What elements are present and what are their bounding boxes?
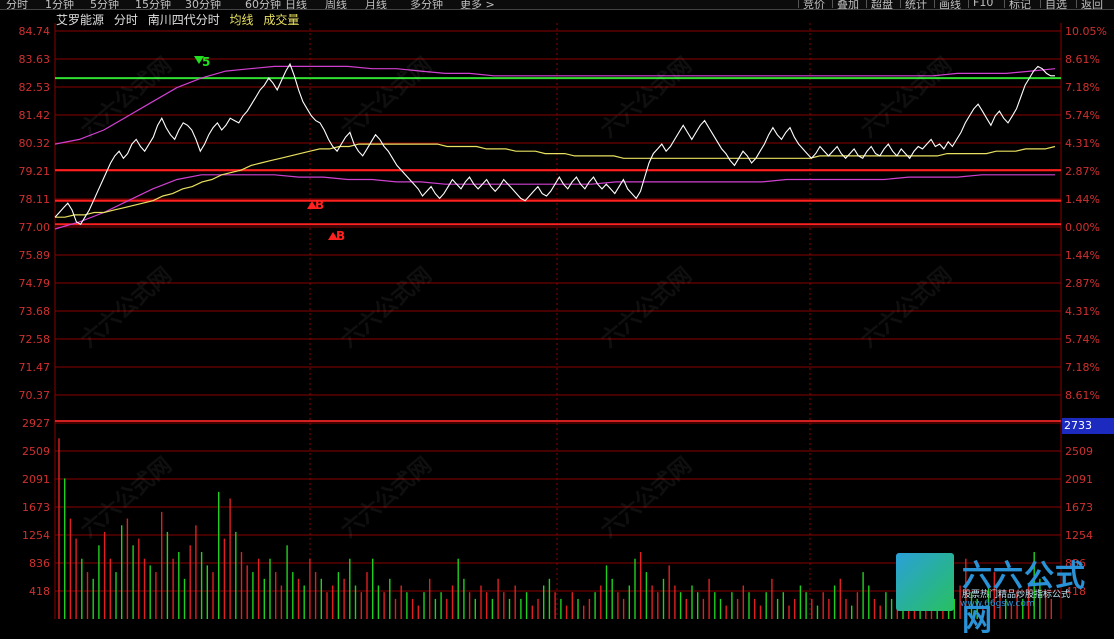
avg-legend: 均线 (229, 13, 254, 27)
volume-tick-label: 836 (29, 557, 50, 570)
logo-mark-icon (896, 553, 954, 611)
percent-tick-label: 5.74% (1065, 333, 1100, 346)
signal-label: B (315, 198, 324, 212)
volume-tick-label: 1673 (1065, 501, 1093, 514)
percent-tick-label: 2.87% (1065, 277, 1100, 290)
volume-tick-label: 1673 (22, 501, 50, 514)
price-tick-label: 83.63 (19, 53, 51, 66)
price-tick-label: 77.00 (19, 221, 51, 234)
indicator-name[interactable]: 南川四代分时 (148, 13, 220, 27)
avg-price-line (55, 143, 1056, 218)
site-logo: 六六公式网 股票热门精品炒股指标公式 www.66gsw.com (896, 551, 1114, 638)
volume-tick-label: 1254 (1065, 529, 1093, 542)
percent-tick-label: 4.31% (1065, 305, 1100, 318)
chart-title-row: 艾罗能源 分时 南川四代分时 均线 成交量 (56, 11, 305, 28)
percent-tick-label: 5.74% (1065, 109, 1100, 122)
price-tick-label: 79.21 (19, 165, 51, 178)
price-tick-label: 70.37 (19, 389, 51, 402)
stock-name[interactable]: 艾罗能源 (56, 13, 104, 27)
lower-band-line (54, 174, 1055, 230)
price-tick-label: 71.47 (19, 361, 51, 374)
price-tick-label: 73.68 (19, 305, 51, 318)
percent-tick-label: 0.00% (1065, 221, 1100, 234)
volume-tick-label: 2509 (22, 445, 50, 458)
view-name: 分时 (113, 13, 138, 27)
volume-tick-label: 2091 (22, 473, 50, 486)
price-tick-label: 78.11 (19, 193, 51, 206)
volume-tick-label: 1254 (22, 529, 50, 542)
volume-tick-label: 418 (29, 585, 50, 598)
percent-tick-label: 8.61% (1065, 53, 1100, 66)
price-tick-label: 81.42 (19, 109, 51, 122)
price-tick-label: 75.89 (19, 249, 51, 262)
signal-label: 5 (202, 55, 210, 69)
price-tick-label: 82.53 (19, 81, 51, 94)
volume-value-tag: 2733 (1062, 418, 1114, 434)
percent-tick-label: 7.18% (1065, 361, 1100, 374)
price-tick-label: 84.74 (19, 25, 51, 38)
volume-tick-label: 2927 (22, 417, 50, 430)
percent-tick-label: 7.18% (1065, 81, 1100, 94)
percent-tick-label: 8.61% (1065, 389, 1100, 402)
percent-tick-label: 2.87% (1065, 165, 1100, 178)
band-lines (54, 65, 1056, 230)
price-tick-label: 74.79 (19, 277, 51, 290)
intraday-chart: 84.74 83.63 82.53 81.42 80.32 79.21 78.11 77.00… (19, 23, 1107, 619)
chart-grid (54, 23, 1062, 619)
price-tick-label: 80.32 (19, 137, 51, 150)
volume-tick-label: 2509 (1065, 445, 1093, 458)
percent-tick-label: 4.31% (1065, 137, 1100, 150)
percent-tick-label: 1.44% (1065, 249, 1100, 262)
volume-tick-label: 2091 (1065, 473, 1093, 486)
volume-legend: 成交量 (263, 13, 300, 27)
percent-tick-label: 1.44% (1065, 193, 1100, 206)
horizontal-levels (55, 77, 1061, 226)
percent-tick-label: 10.05% (1065, 25, 1107, 38)
price-tick-label: 72.58 (19, 333, 51, 346)
signal-label: B (336, 229, 345, 243)
logo-url: www.66gsw.com (960, 599, 1035, 609)
